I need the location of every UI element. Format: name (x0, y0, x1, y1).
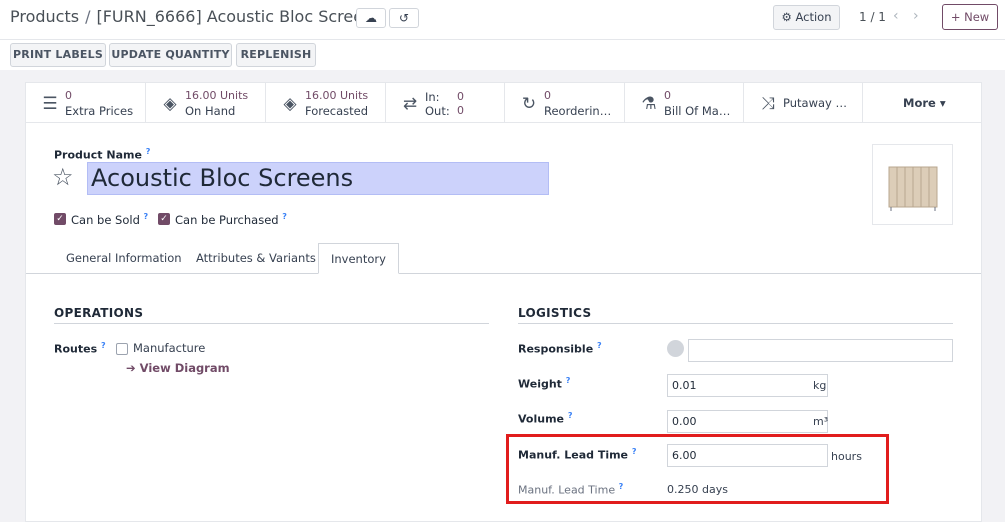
routes-label: Routes ? (54, 341, 106, 356)
can-be-sold-label: Can be Sold ? (71, 212, 149, 227)
in-label: In: (425, 90, 440, 104)
out-label: Out: (425, 104, 450, 118)
responsible-label: Responsible ? (518, 341, 602, 356)
cubes-icon: ◈ (163, 94, 177, 114)
update-quantity-button[interactable]: UPDATE QUANTITY (109, 43, 232, 67)
bom-label: Bill Of Ma… (664, 104, 731, 118)
operations-section-title: OPERATIONS (54, 306, 144, 320)
reordering-value: 0 (544, 89, 551, 102)
help-icon: ? (145, 147, 151, 156)
bom-value: 0 (664, 89, 671, 102)
forecasted-value: 16.00 Units (305, 89, 369, 102)
on-hand-value: 16.00 Units (185, 89, 249, 102)
flask-icon: ⚗ (641, 94, 657, 114)
weight-unit: kg (813, 379, 827, 392)
manufacture-route-checkbox[interactable] (116, 343, 128, 355)
new-button[interactable]: + New (942, 4, 998, 30)
print-labels-button[interactable]: PRINT LABELS (10, 43, 106, 67)
avatar (667, 340, 684, 357)
discard-icon[interactable]: ↺ (389, 8, 419, 28)
extra-prices-label: Extra Prices (65, 104, 134, 118)
list-icon: ☰ (42, 94, 58, 114)
breadcrumb-separator: / (85, 7, 91, 26)
in-value: 0 (457, 90, 464, 103)
cubes-icon: ◈ (283, 94, 297, 114)
reordering-button[interactable]: ↻ 0 Reorderin… (505, 83, 625, 123)
breadcrumb-current: [FURN_6666] Acoustic Bloc Screens (96, 7, 382, 26)
forecasted-button[interactable]: ◈ 16.00 Units Forecasted (266, 83, 386, 123)
responsible-input[interactable] (688, 339, 953, 362)
smart-buttons-bar: ☰ 0 Extra Prices ◈ 16.00 Units On Hand ◈… (26, 83, 981, 123)
volume-label: Volume ? (518, 411, 573, 426)
product-name-label: Product Name ? (54, 147, 151, 162)
in-out-button[interactable]: ⇄ In: 0 Out: 0 (386, 83, 505, 123)
weight-input[interactable]: 0.01 (667, 374, 828, 397)
replenish-button[interactable]: REPLENISH (236, 43, 316, 67)
previous-record-icon[interactable]: ‹ (893, 8, 899, 24)
volume-input[interactable]: 0.00 (667, 410, 828, 433)
forecasted-label: Forecasted (305, 104, 369, 118)
bill-of-materials-button[interactable]: ⚗ 0 Bill Of Ma… (625, 83, 744, 123)
view-diagram-link[interactable]: ➔ View Diagram (126, 361, 230, 375)
highlight-box (506, 434, 889, 504)
breadcrumb: Products / [FURN_6666] Acoustic Bloc Scree… (10, 7, 382, 26)
manufacture-route-label: Manufacture (133, 341, 206, 355)
save-cloud-icon[interactable]: ☁ (356, 8, 386, 28)
action-button[interactable]: ⚙ Action (773, 5, 840, 30)
operations-divider (54, 323, 489, 324)
volume-unit: m³ (813, 415, 829, 428)
putaway-button[interactable]: ⤨ Putaway … (744, 83, 863, 123)
tabs-divider (26, 273, 981, 274)
exchange-icon: ⇄ (402, 94, 418, 114)
more-label: More ▾ (903, 96, 946, 110)
extra-prices-value: 0 (65, 89, 72, 102)
tab-general-information[interactable]: General Information (54, 243, 194, 274)
product-image[interactable] (872, 144, 953, 225)
can-be-sold-checkbox[interactable]: ✓ (54, 213, 66, 225)
more-button[interactable]: More ▾ (863, 83, 981, 123)
tab-inventory[interactable]: Inventory (318, 243, 399, 274)
putaway-label: Putaway … (783, 96, 847, 110)
out-value: 0 (457, 104, 464, 117)
can-be-purchased-label: Can be Purchased ? (175, 212, 287, 227)
random-icon: ⤨ (761, 94, 775, 114)
pager-value[interactable]: 1 / 1 (859, 10, 886, 24)
can-be-purchased-checkbox[interactable]: ✓ (158, 213, 170, 225)
reordering-label: Reorderin… (544, 104, 612, 118)
on-hand-button[interactable]: ◈ 16.00 Units On Hand (146, 83, 266, 123)
tab-attributes-variants[interactable]: Attributes & Variants (184, 243, 328, 274)
control-bar: PRINT LABELS UPDATE QUANTITY REPLENISH (0, 40, 1005, 70)
on-hand-label: On Hand (185, 104, 236, 118)
logistics-divider (518, 323, 953, 324)
extra-prices-button[interactable]: ☰ 0 Extra Prices (26, 83, 146, 123)
breadcrumb-root[interactable]: Products (10, 7, 79, 26)
logistics-section-title: LOGISTICS (518, 306, 592, 320)
favorite-star-icon[interactable]: ☆ (52, 163, 74, 191)
next-record-icon[interactable]: › (913, 8, 919, 24)
top-bar: Products / [FURN_6666] Acoustic Bloc Scree… (0, 0, 1005, 40)
product-name-input[interactable]: Acoustic Bloc Screens (87, 162, 549, 195)
weight-label: Weight ? (518, 376, 571, 391)
acoustic-screen-image (888, 166, 938, 211)
refresh-icon: ↻ (521, 94, 537, 114)
